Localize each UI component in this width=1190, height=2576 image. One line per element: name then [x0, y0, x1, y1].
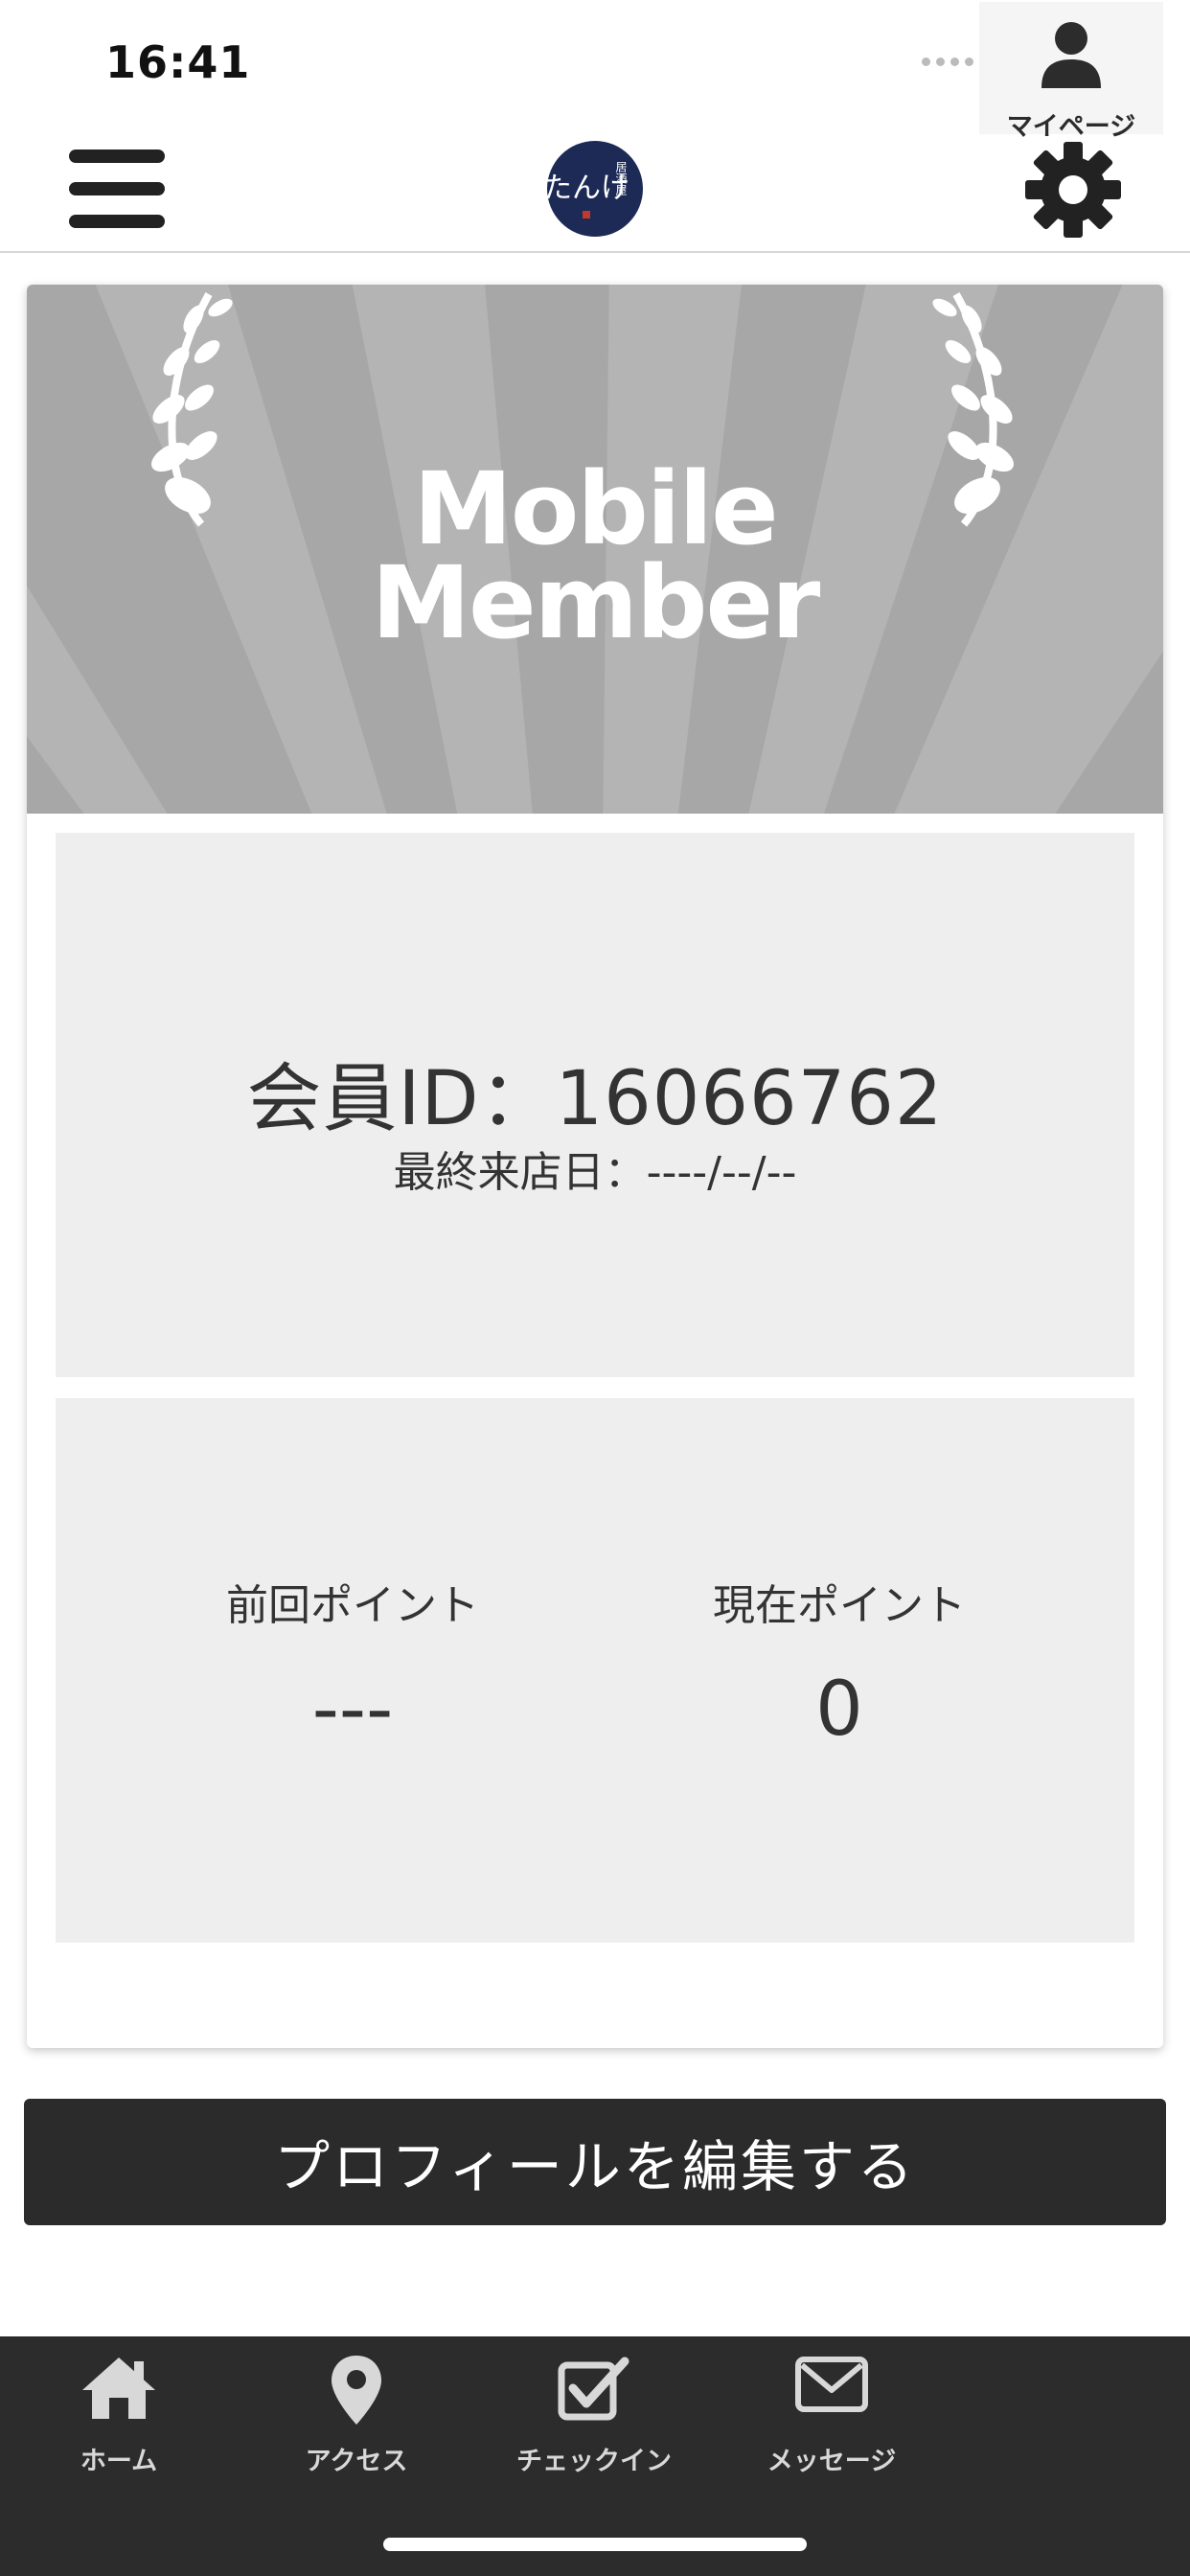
- tab-home-label: ホーム: [80, 2447, 158, 2476]
- hamburger-icon: [69, 150, 165, 163]
- member-card: Mobile Member 会員ID：16066762 最終来店日：----/-…: [27, 285, 1163, 2048]
- logo: たんけ 居酒屋: [544, 139, 645, 239]
- tab-checkin[interactable]: チェックイン: [475, 2336, 713, 2476]
- tab-message[interactable]: メッセージ: [713, 2336, 950, 2476]
- member-id: 会員ID：16066762: [246, 1056, 944, 1142]
- tab-access-label: アクセス: [305, 2447, 408, 2476]
- menu-button[interactable]: [69, 150, 169, 236]
- tab-message-label: メッセージ: [767, 2447, 897, 2476]
- last-visit-date: 最終来店日：----/--/--: [393, 1148, 797, 1197]
- app-header: たんけ 居酒屋: [0, 125, 1190, 253]
- points-panel: 前回ポイント --- 現在ポイント 0: [56, 1398, 1134, 1943]
- tab-checkin-label: チェックイン: [516, 2447, 672, 2476]
- tab-home[interactable]: ホーム: [0, 2336, 238, 2476]
- tab-access[interactable]: アクセス: [238, 2336, 475, 2476]
- member-banner: Mobile Member: [27, 285, 1163, 814]
- map-pin-icon: [332, 2356, 381, 2425]
- tab-mypage-label: マイページ: [1006, 112, 1136, 142]
- current-points: 現在ポイント 0: [609, 1571, 1069, 1753]
- home-icon: [82, 2358, 155, 2419]
- tab-mypage[interactable]: マイページ: [979, 2, 1163, 142]
- current-points-value: 0: [815, 1667, 863, 1753]
- mail-icon: [795, 2357, 868, 2412]
- status-time: 16:41: [105, 36, 251, 88]
- gear-icon[interactable]: [1023, 140, 1123, 240]
- previous-points-label: 前回ポイント: [226, 1581, 479, 1630]
- checkin-icon: [558, 2357, 629, 2421]
- member-id-panel: 会員ID：16066762 最終来店日：----/--/--: [56, 833, 1134, 1377]
- previous-points: 前回ポイント ---: [123, 1571, 583, 1753]
- home-indicator: [383, 2538, 807, 2551]
- user-icon: [1041, 22, 1101, 88]
- banner-title-line2: Member: [371, 544, 821, 661]
- edit-profile-button[interactable]: プロフィールを編集する: [24, 2099, 1166, 2225]
- logo-subtitle: 居酒屋: [614, 161, 628, 196]
- previous-points-value: ---: [311, 1667, 394, 1753]
- current-points-label: 現在ポイント: [713, 1581, 966, 1630]
- signal-icon: [922, 57, 973, 66]
